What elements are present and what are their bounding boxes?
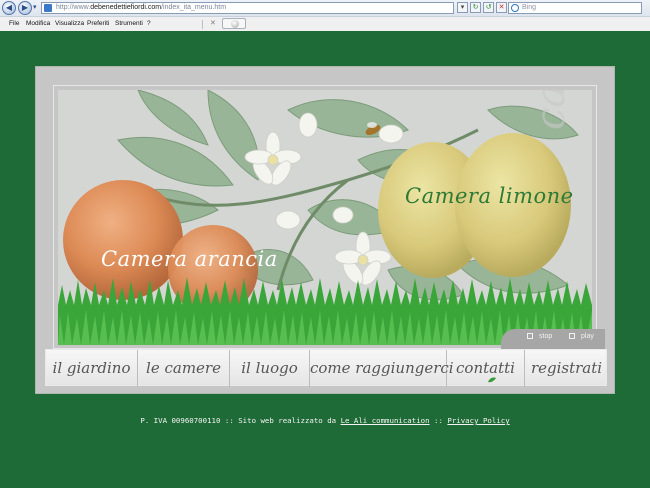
stop-checkbox-icon (527, 333, 533, 340)
footer-separator: :: (429, 416, 448, 425)
menu-bar: File Modifica Visualizza Preferiti Strum… (0, 16, 650, 31)
play-checkbox-icon (569, 333, 575, 340)
hero-image: camere Camera arancia Camera limone (58, 90, 592, 345)
compatibility-icon[interactable]: ▾ (457, 2, 468, 13)
go-icon[interactable]: ↺ (483, 2, 494, 13)
browser-chrome: ◀ ▶ ▾ http://www.debenedettiefiordi.com/… (0, 0, 650, 31)
menu-strumenti[interactable]: Strumenti (115, 20, 143, 27)
address-field[interactable]: http://www.debenedettiefiordi.com/index_… (41, 2, 454, 14)
back-button[interactable]: ◀ (2, 1, 16, 15)
le-ali-link[interactable]: Le Ali communication (341, 416, 430, 425)
toolbar-button[interactable] (222, 18, 246, 29)
ghost-watermark-text: camere (528, 90, 574, 130)
toolbar-circle-icon (231, 20, 239, 28)
nav-registrati[interactable]: registrati (525, 350, 608, 387)
main-navigation: il giardino le camere il luogo come ragg… (45, 349, 608, 387)
address-prefix: http://www. (56, 4, 91, 11)
menu-file[interactable]: File (9, 20, 19, 27)
leaf-icon (487, 377, 496, 383)
menu-modifica[interactable]: Modifica (26, 20, 50, 27)
play-label: play (581, 333, 594, 340)
address-path: /index_ita_menu.htm (161, 4, 227, 11)
stop-label: stop (539, 333, 553, 340)
footer: P. IVA 00960700110 :: Sito web realizzat… (0, 416, 650, 425)
toolbar-separator (202, 20, 203, 29)
search-input[interactable]: Bing (508, 2, 642, 14)
footer-text: P. IVA 00960700110 :: Sito web realizzat… (140, 416, 341, 425)
address-host: debenedettiefiordi.com (90, 4, 162, 11)
nav-come-raggiungerci[interactable]: come raggiungerci (310, 350, 454, 387)
search-placeholder: Bing (522, 4, 537, 11)
page-frame: camere Camera arancia Camera limone stop… (35, 66, 615, 394)
stop-icon[interactable]: ✕ (496, 2, 507, 13)
menu-visualizza[interactable]: Visualizza (55, 20, 84, 27)
history-dropdown-icon[interactable]: ▾ (33, 3, 37, 11)
hero-illustration (58, 90, 592, 345)
play-control[interactable]: play (569, 333, 594, 340)
bing-icon (511, 4, 519, 12)
nav-il-luogo[interactable]: il luogo (230, 350, 310, 387)
stop-control[interactable]: stop (527, 333, 552, 340)
privacy-policy-link[interactable]: Privacy Policy (447, 416, 509, 425)
nav-il-giardino[interactable]: il giardino (46, 350, 138, 387)
nav-le-camere[interactable]: le camere (138, 350, 230, 387)
nav-contatti-label: contatti (456, 359, 515, 377)
address-bar-row: ◀ ▶ ▾ http://www.debenedettiefiordi.com/… (0, 0, 650, 16)
slideshow-controls: stop play (501, 329, 605, 349)
close-toolbar-icon[interactable]: ✕ (210, 19, 216, 27)
nav-contatti[interactable]: contatti (447, 350, 525, 387)
menu-preferiti[interactable]: Preferiti (87, 20, 109, 27)
camera-limone-link[interactable]: Camera limone (405, 184, 574, 208)
forward-button[interactable]: ▶ (18, 1, 32, 15)
menu-help[interactable]: ? (147, 20, 151, 27)
camera-arancia-link[interactable]: Camera arancia (101, 247, 278, 271)
refresh-icon[interactable]: ↻ (470, 2, 481, 13)
page-icon (44, 4, 52, 12)
